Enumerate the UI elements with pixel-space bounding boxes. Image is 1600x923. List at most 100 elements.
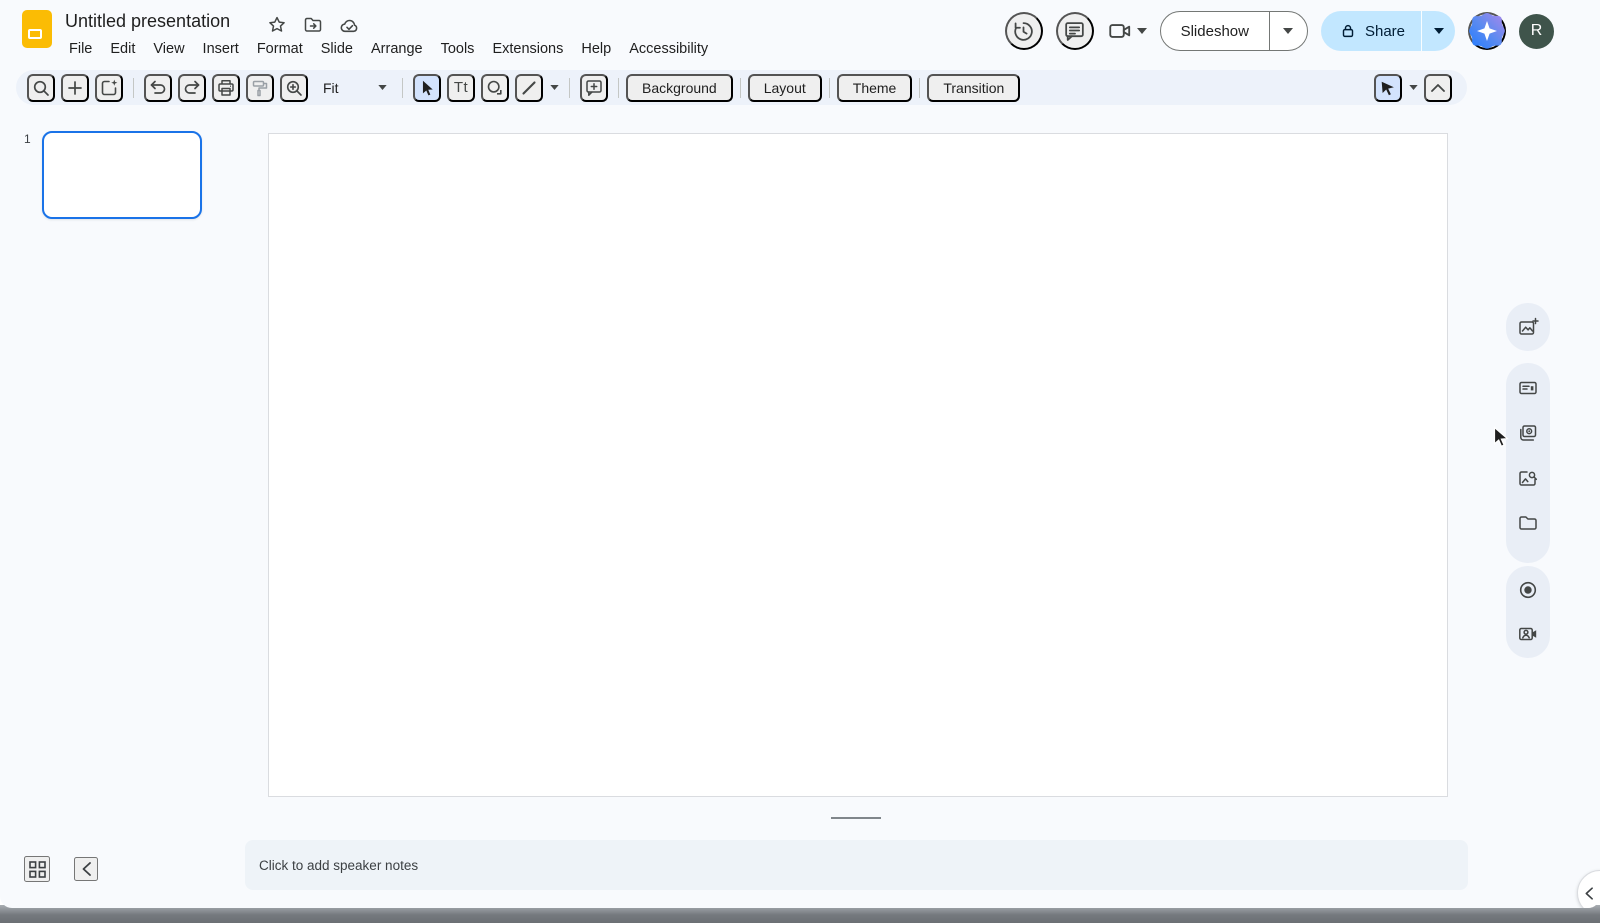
insert-comment-button[interactable]	[580, 74, 608, 102]
new-slide-from-template-button[interactable]	[95, 74, 123, 102]
slideshow-button[interactable]: Slideshow	[1161, 12, 1269, 50]
right-rail-group-top	[1506, 303, 1550, 351]
camera-record-button[interactable]	[1512, 618, 1544, 650]
menu-item-edit[interactable]: Edit	[101, 39, 144, 59]
gemini-button[interactable]	[1468, 12, 1506, 50]
menu-item-insert[interactable]: Insert	[194, 39, 248, 59]
zoom-in-icon	[284, 78, 304, 98]
image-search-icon	[1517, 467, 1539, 489]
chevron-left-icon	[82, 862, 91, 876]
undo-button[interactable]	[144, 74, 172, 102]
comments-button[interactable]	[1056, 12, 1094, 50]
chevron-down-icon	[1137, 28, 1147, 34]
toolbar-divider	[740, 78, 741, 98]
meet-button[interactable]	[1107, 18, 1147, 44]
share-options-button[interactable]	[1421, 11, 1455, 51]
version-history-button[interactable]	[1005, 12, 1043, 50]
menu-item-view[interactable]: View	[144, 39, 193, 59]
slideshow-split-button: Slideshow	[1160, 11, 1308, 51]
print-icon	[216, 78, 236, 98]
menu-item-accessibility[interactable]: Accessibility	[620, 39, 717, 59]
move-button[interactable]	[301, 13, 325, 37]
toolbar-divider	[133, 78, 134, 98]
shape-tool-button[interactable]	[481, 74, 509, 102]
star-icon	[267, 15, 287, 35]
account-avatar[interactable]: R	[1519, 14, 1554, 49]
pointer-mode-button[interactable]	[1374, 74, 1402, 102]
image-search-button[interactable]	[1512, 462, 1544, 494]
folder-button[interactable]	[1512, 507, 1544, 539]
pointer-mode-options-button[interactable]	[1405, 74, 1421, 102]
notes-resize-handle[interactable]	[831, 817, 881, 819]
folder-move-icon	[303, 15, 323, 35]
menu-item-tools[interactable]: Tools	[432, 39, 484, 59]
line-tool-options-button[interactable]	[546, 74, 562, 102]
share-button[interactable]: Share	[1321, 11, 1421, 51]
paint-format-button[interactable]	[246, 74, 274, 102]
toolbar-divider	[569, 78, 570, 98]
right-rail-group-middle	[1506, 363, 1550, 563]
zoom-value: Fit	[323, 80, 339, 96]
slide-thumbnail-1[interactable]	[42, 131, 202, 219]
text-box-tool-button[interactable]: Tt	[447, 74, 475, 102]
menu-item-slide[interactable]: Slide	[312, 39, 362, 59]
collapse-filmstrip-button[interactable]	[74, 857, 98, 881]
star-button[interactable]	[265, 13, 289, 37]
card-layout-icon	[1517, 377, 1539, 399]
show-side-panel-button[interactable]	[1577, 870, 1600, 908]
grid-view-button[interactable]	[24, 856, 50, 882]
chevron-down-icon	[378, 85, 387, 90]
layout-button[interactable]: Layout	[748, 74, 822, 102]
layout-panel-button[interactable]	[1512, 372, 1544, 404]
zoom-button[interactable]	[280, 74, 308, 102]
toolbar: Fit Tt	[16, 70, 1467, 105]
record-button[interactable]	[1512, 574, 1544, 606]
hide-menus-button[interactable]	[1424, 74, 1452, 102]
plus-icon	[66, 79, 84, 97]
search-menus-button[interactable]	[27, 74, 55, 102]
slides-logo[interactable]	[22, 10, 52, 48]
slides-logo-glyph	[28, 29, 42, 39]
folder-icon	[1517, 512, 1539, 534]
toolbar-divider	[919, 78, 920, 98]
zoom-select[interactable]: Fit	[313, 74, 393, 102]
right-rail-group-bottom	[1506, 566, 1550, 658]
transition-button[interactable]: Transition	[927, 74, 1020, 102]
menu-bar: File Edit View Insert Format Slide Arran…	[60, 36, 717, 62]
redo-icon	[182, 78, 202, 98]
menu-item-arrange[interactable]: Arrange	[362, 39, 432, 59]
slideshow-label: Slideshow	[1181, 23, 1249, 40]
video-camera-icon	[1107, 18, 1133, 44]
toolbar-divider	[618, 78, 619, 98]
slide-canvas[interactable]	[268, 133, 1448, 797]
speaker-notes-input[interactable]: Click to add speaker notes	[245, 840, 1468, 890]
cloud-check-icon	[339, 15, 360, 36]
select-tool-button[interactable]	[413, 74, 441, 102]
menu-item-help[interactable]: Help	[572, 39, 620, 59]
line-tool-button[interactable]	[515, 74, 543, 102]
undo-icon	[148, 78, 168, 98]
slide-number: 1	[24, 132, 31, 146]
laser-pointer-icon	[1379, 79, 1397, 97]
app-content: Untitled presentation	[0, 0, 1600, 908]
google-slides-app: Untitled presentation	[0, 0, 1600, 923]
slide-sparkle-icon	[99, 78, 119, 98]
photo-stack-button[interactable]	[1512, 417, 1544, 449]
chevron-left-icon	[1585, 887, 1593, 900]
menu-item-file[interactable]: File	[60, 39, 101, 59]
redo-button[interactable]	[178, 74, 206, 102]
document-status-button[interactable]	[337, 13, 361, 37]
share-label: Share	[1365, 23, 1405, 40]
slideshow-options-button[interactable]	[1269, 12, 1307, 50]
photo-stack-icon	[1517, 422, 1539, 444]
text-box-icon: Tt	[454, 79, 468, 96]
background-button[interactable]: Background	[626, 74, 733, 102]
print-button[interactable]	[212, 74, 240, 102]
theme-button[interactable]: Theme	[837, 74, 913, 102]
insert-image-button[interactable]	[1512, 311, 1544, 343]
menu-item-extensions[interactable]: Extensions	[483, 39, 572, 59]
document-title[interactable]: Untitled presentation	[65, 11, 230, 32]
chevron-down-icon	[1434, 28, 1444, 34]
menu-item-format[interactable]: Format	[248, 39, 312, 59]
new-slide-button[interactable]	[61, 74, 89, 102]
